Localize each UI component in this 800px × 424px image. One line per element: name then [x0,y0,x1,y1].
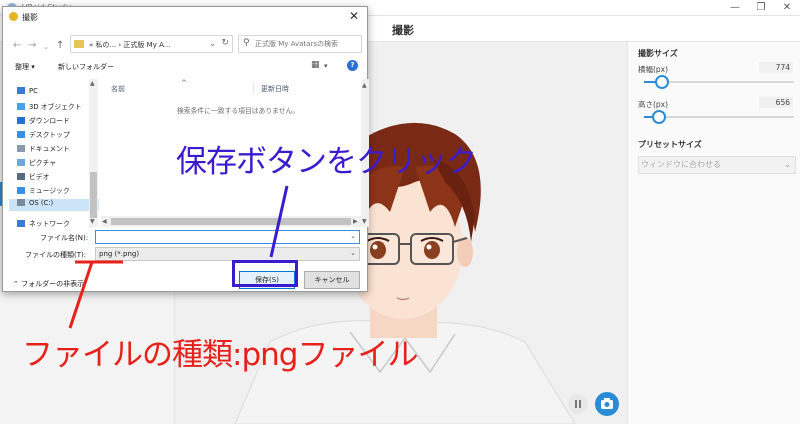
save-button-highlight [232,260,298,287]
save-callout-line [269,185,289,258]
save-callout-text: 保存ボタンをクリック [176,144,477,180]
filetype-callout-line [68,261,94,329]
filetype-callout-text: ファイルの種類:pngファイル [22,337,418,373]
